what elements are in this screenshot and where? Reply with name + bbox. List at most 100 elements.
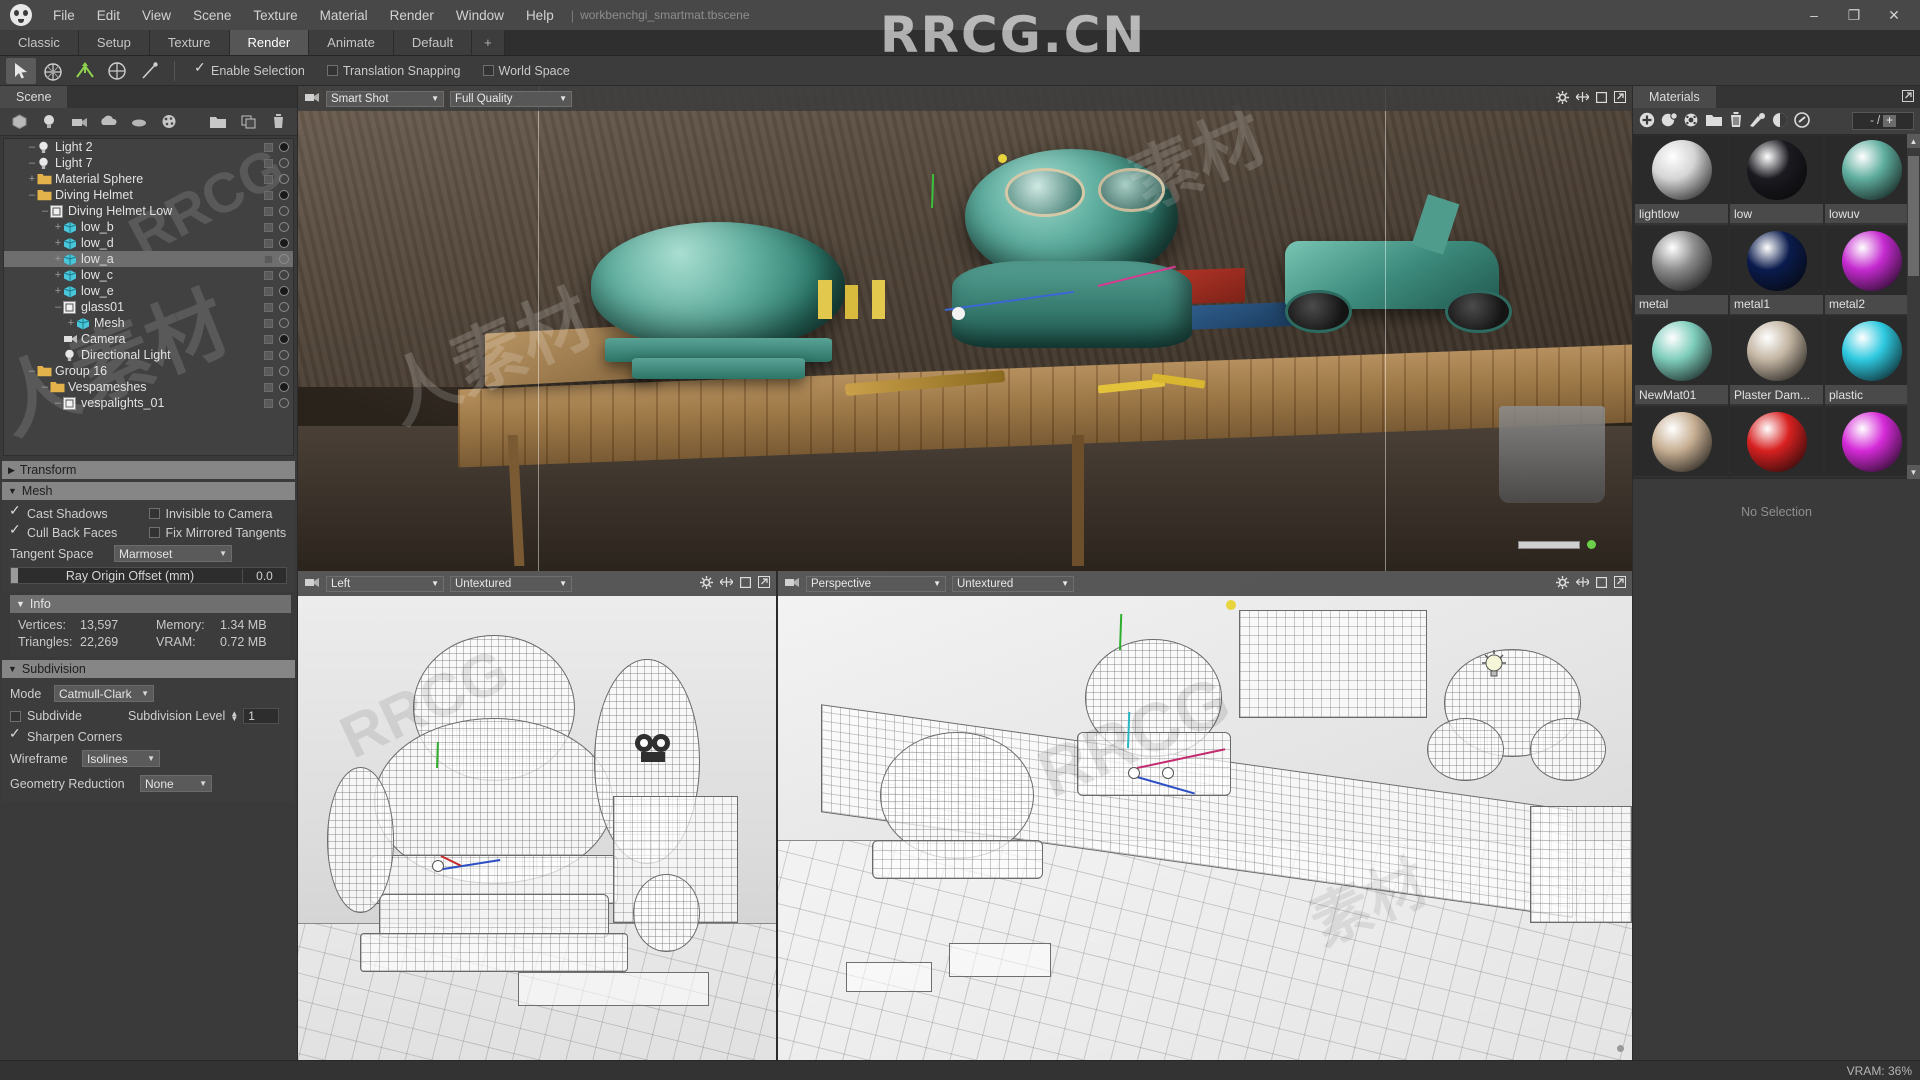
add-camera-icon[interactable]	[66, 111, 92, 133]
tree-item-light-2[interactable]: –Light 2	[4, 139, 293, 155]
material-thumbnail[interactable]	[1635, 227, 1728, 295]
add-material-icon[interactable]	[1639, 112, 1655, 131]
move-icon[interactable]	[1576, 91, 1589, 106]
section-mesh[interactable]: ▼ Mesh	[2, 482, 295, 500]
render-camera-dropdown[interactable]: Smart Shot ▼	[326, 91, 444, 107]
tangent-space-dropdown[interactable]: Marmoset ▼	[114, 545, 232, 562]
tree-item-diving-helmet-low[interactable]: –Diving Helmet Low	[4, 203, 293, 219]
material-thumbnail[interactable]	[1825, 227, 1918, 295]
tree-expander[interactable]: –	[27, 189, 37, 201]
lock-toggle[interactable]	[279, 286, 289, 296]
tree-expander[interactable]: –	[27, 141, 37, 153]
menu-file[interactable]: File	[42, 4, 86, 27]
section-subdivision[interactable]: ▼ Subdivision	[2, 660, 295, 678]
tree-expander[interactable]: –	[40, 381, 50, 393]
menu-window[interactable]: Window	[445, 4, 515, 27]
gear-icon[interactable]	[700, 576, 713, 592]
tab-animate[interactable]: Animate	[309, 30, 394, 55]
geometry-reduction-dropdown[interactable]: None ▼	[140, 775, 212, 792]
lock-toggle[interactable]	[279, 334, 289, 344]
left-shading-dropdown[interactable]: Untextured ▼	[450, 576, 572, 592]
lock-toggle[interactable]	[279, 254, 289, 264]
subdivision-row-sharpen[interactable]: Sharpen Corners	[10, 727, 287, 746]
visibility-toggle[interactable]	[264, 239, 273, 248]
visibility-toggle[interactable]	[264, 255, 273, 264]
tree-item-diving-helmet[interactable]: –Diving Helmet	[4, 187, 293, 203]
tree-expander[interactable]: +	[53, 285, 63, 297]
settings-icon[interactable]	[1683, 112, 1699, 131]
checkbox-sharpen-corners[interactable]	[10, 731, 21, 742]
material-cell[interactable]: NewMat01	[1635, 317, 1728, 406]
cull-back-faces-option[interactable]: Cull Back Faces	[10, 526, 149, 540]
material-cell[interactable]: plastic	[1825, 317, 1918, 406]
visibility-toggle[interactable]	[264, 383, 273, 392]
ray-origin-offset-slider[interactable]: Ray Origin Offset (mm) 0.0	[10, 567, 287, 584]
visibility-toggle[interactable]	[264, 175, 273, 184]
select-arrow-icon[interactable]	[6, 58, 36, 84]
visibility-toggle[interactable]	[264, 159, 273, 168]
checkbox-world-space[interactable]	[483, 65, 494, 76]
duplicate-icon[interactable]	[235, 111, 261, 133]
tree-item-camera[interactable]: Camera	[4, 331, 293, 347]
subdivide-option[interactable]: Subdivide	[10, 709, 128, 723]
lock-toggle[interactable]	[279, 350, 289, 360]
material-cell[interactable]: lowuv	[1825, 136, 1918, 225]
material-thumbnail[interactable]	[1635, 317, 1728, 385]
tree-expander[interactable]: –	[53, 301, 63, 313]
scale-gizmo-icon[interactable]	[102, 58, 132, 84]
gear-icon[interactable]	[1556, 576, 1569, 592]
subdivision-level-value[interactable]: 1	[243, 708, 279, 724]
perspective-wireframe-canvas[interactable]: RRCG 素材	[778, 571, 1632, 1060]
visibility-toggle[interactable]	[264, 351, 273, 360]
scrollbar-thumb[interactable]	[1908, 156, 1919, 276]
tree-expander[interactable]: –	[53, 397, 63, 409]
assign-icon[interactable]	[1749, 112, 1766, 131]
scene-tree[interactable]: RRCG –Light 2–Light 7+Material Sphere–Di…	[3, 138, 294, 456]
left-ortho-viewport[interactable]: RRCG Left ▼ Untextured ▼	[298, 571, 778, 1060]
tree-item-material-sphere[interactable]: +Material Sphere	[4, 171, 293, 187]
material-thumbnail[interactable]	[1635, 408, 1728, 476]
visibility-toggle[interactable]	[264, 143, 273, 152]
tab-scene[interactable]: Scene	[0, 86, 67, 108]
menu-scene[interactable]: Scene	[182, 4, 242, 27]
subdivision-level-stepper[interactable]: ▲▼	[229, 711, 239, 721]
lock-toggle[interactable]	[279, 206, 289, 216]
material-cell[interactable]: low	[1730, 136, 1823, 225]
scroll-down-arrow[interactable]: ▼	[1907, 465, 1920, 479]
popout-icon[interactable]	[758, 576, 770, 591]
option-world-space[interactable]: World Space	[473, 64, 580, 78]
trash-icon[interactable]	[1729, 112, 1743, 131]
minimize-button[interactable]: –	[1794, 0, 1834, 30]
maximize-icon[interactable]	[1596, 91, 1607, 106]
perspective-shading-dropdown[interactable]: Untextured ▼	[952, 576, 1074, 592]
lock-toggle[interactable]	[279, 382, 289, 392]
maximize-icon[interactable]	[1596, 576, 1607, 591]
translate-gizmo-icon[interactable]	[38, 58, 68, 84]
lock-toggle[interactable]	[279, 366, 289, 376]
option-translation-snapping[interactable]: Translation Snapping	[317, 64, 471, 78]
menu-view[interactable]: View	[131, 4, 182, 27]
visibility-toggle[interactable]	[264, 287, 273, 296]
tree-expander[interactable]: +	[53, 269, 63, 281]
tree-item-low-d[interactable]: +low_d	[4, 235, 293, 251]
popout-icon[interactable]	[1614, 576, 1626, 591]
material-cell[interactable]: metal2	[1825, 227, 1918, 316]
section-info[interactable]: ▼ Info	[10, 595, 291, 613]
move-icon[interactable]	[1576, 576, 1589, 591]
tree-expander[interactable]: –	[27, 157, 37, 169]
visibility-toggle[interactable]	[264, 271, 273, 280]
material-cell[interactable]: lightlow	[1635, 136, 1728, 225]
checkbox-invisible-to-camera[interactable]	[149, 508, 160, 519]
tab-setup[interactable]: Setup	[79, 30, 150, 55]
tree-item-group-16[interactable]: –Group 16	[4, 363, 293, 379]
left-camera-dropdown[interactable]: Left ▼	[326, 576, 444, 592]
tree-item-low-e[interactable]: +low_e	[4, 283, 293, 299]
wireframe-dropdown[interactable]: Isolines ▼	[82, 750, 160, 767]
tab-add[interactable]: +	[472, 30, 505, 55]
menu-edit[interactable]: Edit	[86, 4, 131, 27]
perspective-viewport[interactable]: RRCG 素材 Perspective ▼ Untexture	[778, 571, 1632, 1060]
cast-shadows-option[interactable]: Cast Shadows	[10, 507, 149, 521]
invisible-to-camera-option[interactable]: Invisible to Camera	[149, 507, 288, 521]
visibility-toggle[interactable]	[264, 367, 273, 376]
material-thumbnail[interactable]	[1825, 317, 1918, 385]
